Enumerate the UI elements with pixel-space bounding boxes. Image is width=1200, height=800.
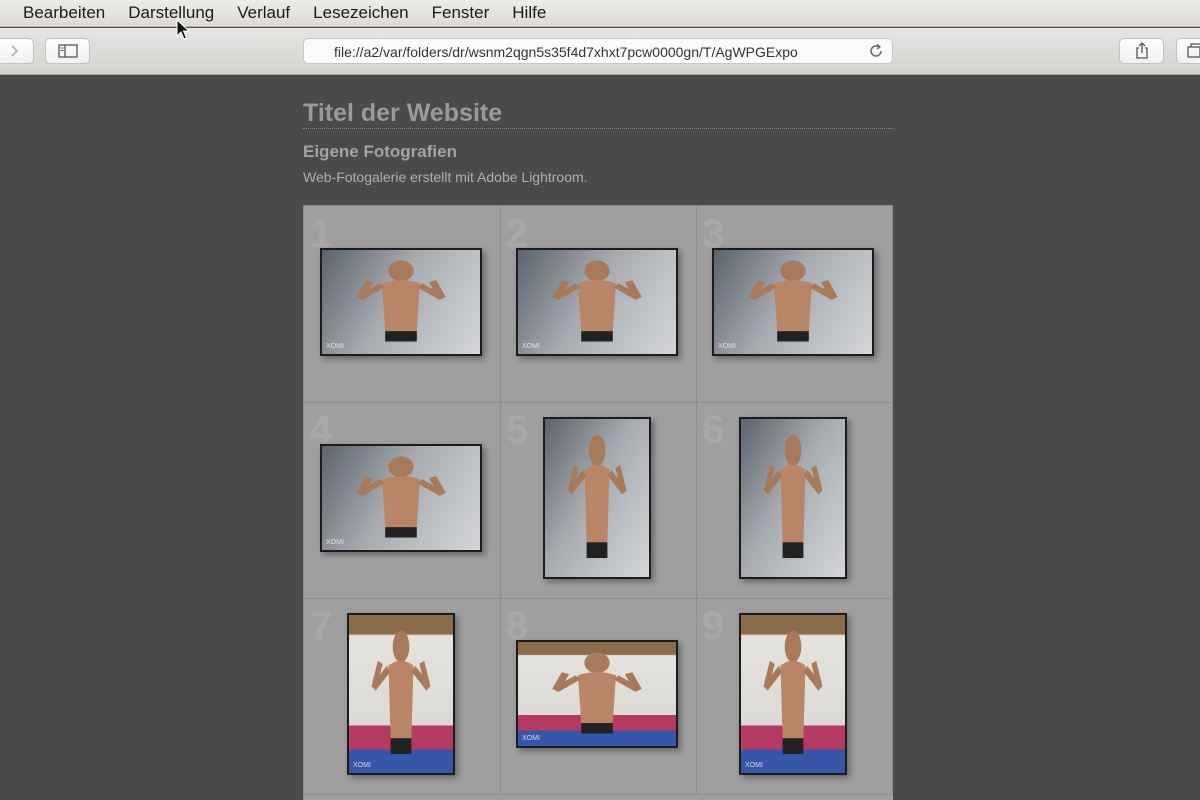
photo-thumbnail[interactable]: XOMI — [320, 248, 482, 356]
title-divider — [303, 128, 893, 129]
share-button[interactable] — [1119, 38, 1164, 64]
site-subtitle: Eigene Fotografien — [303, 142, 457, 161]
cell-number: 6 — [702, 408, 725, 452]
site-title: Titel der Website — [303, 99, 503, 127]
tabs-button[interactable] — [1176, 38, 1200, 64]
photo-image — [552, 652, 642, 734]
photo-watermark: XOMI — [353, 762, 371, 769]
photo-image — [371, 630, 431, 755]
menu-darstellung[interactable]: Darstellung — [128, 3, 214, 23]
share-icon — [1135, 42, 1148, 59]
gallery-cell[interactable]: 4 XOMI — [304, 402, 501, 599]
sidebar-icon — [57, 44, 78, 58]
gallery-cell[interactable]: 5 — [500, 402, 697, 599]
photo-watermark: XOMI — [745, 762, 763, 769]
photo-thumbnail[interactable] — [543, 417, 651, 579]
photo-thumbnail[interactable]: XOMI — [516, 248, 678, 356]
forward-icon — [11, 45, 19, 57]
photo-thumbnail[interactable]: XOMI — [347, 613, 455, 775]
photo-thumbnail[interactable]: XOMI — [320, 444, 482, 552]
url-text[interactable]: file://a2/var/folders/dr/wsnm2qgn5s35f4d… — [334, 44, 860, 60]
site-description: Web-Fotogalerie erstellt mit Adobe Light… — [303, 169, 588, 185]
gallery-cell[interactable]: 9 XOMI — [696, 598, 893, 795]
photo-image — [356, 260, 446, 342]
cell-number: 5 — [506, 408, 529, 452]
reload-icon[interactable] — [868, 43, 884, 59]
photo-image — [763, 434, 823, 559]
menu-hilfe[interactable]: Hilfe — [512, 3, 546, 23]
photo-thumbnail[interactable] — [739, 417, 847, 579]
photo-watermark: XOMI — [522, 735, 540, 742]
mouse-pointer-icon — [176, 19, 190, 40]
photo-gallery-grid: 1 XOMI 2 XOMI 3 XOMI 4 XOMI 5 6 7 XOMI 8 XOMI 9 XOMI — [303, 205, 893, 800]
menu-fenster[interactable]: Fenster — [432, 3, 490, 23]
photo-image — [567, 434, 627, 559]
gallery-cell[interactable]: 8 XOMI — [500, 598, 697, 795]
menu-verlauf[interactable]: Verlauf — [237, 3, 290, 23]
menu-lesezeichen[interactable]: Lesezeichen — [313, 3, 408, 23]
photo-image — [763, 630, 823, 755]
gallery-cell[interactable]: 6 — [696, 402, 893, 599]
sidebar-button[interactable] — [45, 38, 90, 64]
web-page: Titel der Website Eigene Fotografien Web… — [303, 75, 893, 800]
menu-bearbeiten[interactable]: Bearbeiten — [23, 3, 105, 23]
photo-watermark: XOMI — [326, 539, 344, 546]
gallery-cell[interactable]: 1 XOMI — [304, 206, 501, 403]
photo-watermark: XOMI — [718, 343, 736, 350]
photo-thumbnail[interactable]: XOMI — [739, 613, 847, 775]
photo-image — [356, 456, 446, 538]
forward-button[interactable] — [0, 38, 34, 64]
photo-image — [748, 260, 838, 342]
photo-image — [552, 260, 642, 342]
photo-thumbnail[interactable]: XOMI — [712, 248, 874, 356]
cell-number: 7 — [310, 604, 333, 648]
cell-number: 9 — [702, 604, 725, 648]
photo-watermark: XOMI — [522, 343, 540, 350]
address-bar[interactable]: file://a2/var/folders/dr/wsnm2qgn5s35f4d… — [303, 38, 893, 64]
photo-thumbnail[interactable]: XOMI — [516, 640, 678, 748]
photo-watermark: XOMI — [326, 343, 344, 350]
gallery-cell[interactable]: 3 XOMI — [696, 206, 893, 403]
tabs-icon — [1187, 43, 1200, 58]
gallery-cell[interactable]: 7 XOMI — [304, 598, 501, 795]
gallery-cell[interactable]: 2 XOMI — [500, 206, 697, 403]
